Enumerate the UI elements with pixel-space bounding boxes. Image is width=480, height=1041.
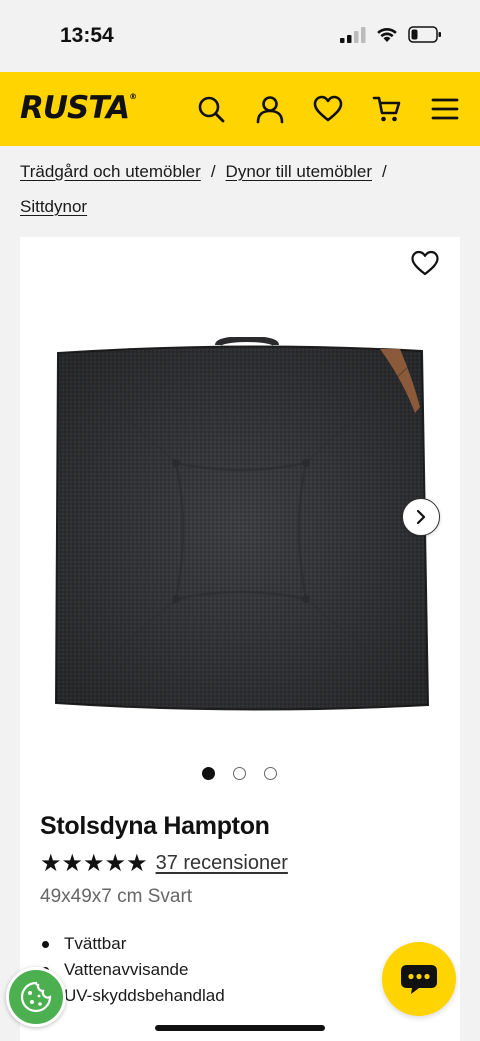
- list-item: UV-skyddsbehandlad: [42, 983, 225, 1009]
- breadcrumb-link-cushions[interactable]: Dynor till utemöbler: [226, 162, 372, 181]
- breadcrumb-separator: /: [382, 162, 387, 181]
- product-variant: 49x49x7 cm Svart: [40, 886, 193, 907]
- chevron-right-icon: [416, 509, 426, 525]
- site-header: RUSTA®: [0, 72, 480, 146]
- signal-icon: [340, 26, 366, 43]
- status-icons: [340, 26, 442, 43]
- add-to-favorites-heart-icon[interactable]: [410, 249, 440, 277]
- gallery-dot-1[interactable]: [202, 767, 215, 780]
- breadcrumb-link-garden[interactable]: Trädgård och utemöbler: [20, 162, 201, 181]
- chat-button[interactable]: [382, 942, 456, 1016]
- feature-list: Tvättbar Vattenavvisande UV-skyddsbehand…: [42, 931, 225, 1009]
- gallery-pagination: [202, 767, 277, 780]
- wifi-icon: [377, 27, 397, 42]
- list-item: Vattenavvisande: [42, 957, 225, 983]
- account-icon[interactable]: [255, 94, 285, 124]
- next-image-button[interactable]: [402, 498, 440, 536]
- home-indicator: [155, 1025, 325, 1031]
- breadcrumb: Trädgård och utemöbler / Dynor till utemöb…: [20, 154, 460, 224]
- menu-icon[interactable]: [430, 94, 460, 124]
- product-image-cushion[interactable]: [50, 337, 430, 717]
- heart-icon[interactable]: [313, 94, 343, 124]
- gallery-dot-3[interactable]: [264, 767, 277, 780]
- cart-icon[interactable]: [372, 94, 402, 124]
- chat-bubble-icon: [401, 965, 437, 994]
- rusta-logo[interactable]: RUSTA®: [20, 90, 137, 126]
- cookie-icon: [20, 981, 52, 1013]
- product-rating: ★★★★★ 37 recensioner: [40, 849, 288, 877]
- logo-text: RUSTA: [20, 90, 130, 126]
- product-title: Stolsdyna Hampton: [40, 812, 270, 840]
- status-bar: 13:54: [0, 0, 480, 72]
- gallery-dot-2[interactable]: [233, 767, 246, 780]
- breadcrumb-separator: /: [210, 162, 216, 181]
- product-card: Stolsdyna Hampton ★★★★★ 37 recensioner 4…: [20, 237, 460, 1041]
- rating-stars: ★★★★★: [40, 849, 148, 877]
- reviews-link[interactable]: 37 recensioner: [156, 852, 288, 875]
- status-time: 13:54: [60, 24, 114, 47]
- breadcrumb-link-seat-cushions[interactable]: Sittdynor: [20, 197, 87, 216]
- logo-registered-mark: ®: [129, 92, 137, 101]
- search-icon[interactable]: [196, 94, 226, 124]
- battery-icon: [408, 26, 441, 43]
- cookie-settings-button[interactable]: [6, 967, 66, 1027]
- list-item: Tvättbar: [42, 931, 225, 957]
